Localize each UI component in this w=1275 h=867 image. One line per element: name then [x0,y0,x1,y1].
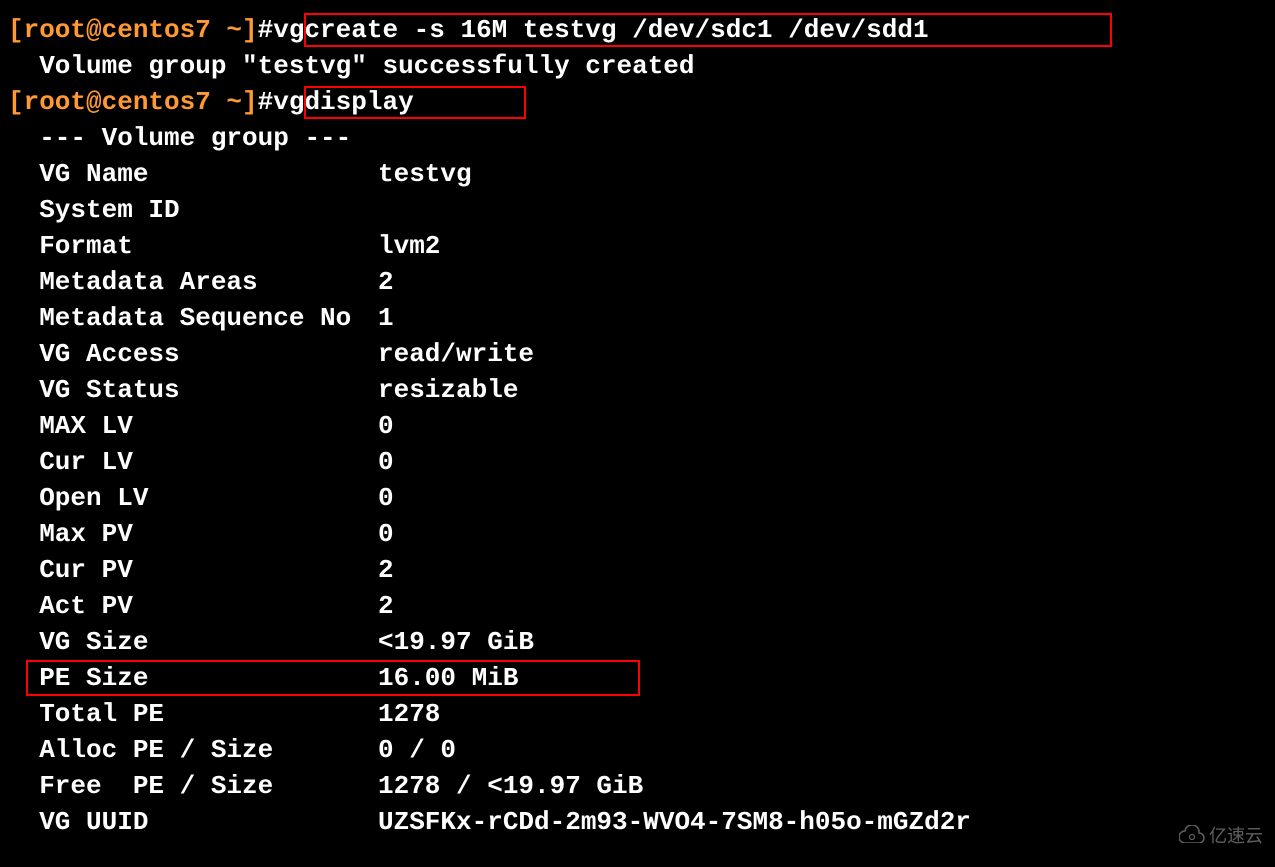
vg-field-row: Alloc PE / Size0 / 0 [0,732,1275,768]
vg-field-label: Cur PV [8,552,378,588]
prompt-user: [root@centos7 ~] [8,87,258,117]
vg-field-row: PE Size16.00 MiB [0,660,1275,696]
vg-field-label: Total PE [8,696,378,732]
vg-field-value: 16.00 MiB [378,663,518,693]
vg-field-row: Total PE1278 [0,696,1275,732]
terminal-line-prompt-2: [root@centos7 ~]#vgdisplay [0,84,1275,120]
prompt-hash: # [258,15,274,45]
vg-field-row: MAX LV0 [0,408,1275,444]
vg-field-label: VG Status [8,372,378,408]
vg-field-value: 2 [378,555,394,585]
vg-field-label: Format [8,228,378,264]
vg-field-row: VG Nametestvg [0,156,1275,192]
vg-field-label: Free PE / Size [8,768,378,804]
command-vgdisplay: vgdisplay [273,87,413,117]
vg-field-value: 2 [378,591,394,621]
vg-field-label: VG Size [8,624,378,660]
vg-field-label: PE Size [8,660,378,696]
vg-field-value: 0 [378,519,394,549]
vg-field-label: Open LV [8,480,378,516]
output-vgcreate: Volume group "testvg" successfully creat… [0,48,1275,84]
watermark: 亿速云 [1179,818,1263,855]
vg-field-value: 0 [378,411,394,441]
vg-field-row: VG UUIDUZSFKx-rCDd-2m93-WVO4-7SM8-h05o-m… [0,804,1275,840]
vg-field-value: 2 [378,267,394,297]
vg-field-row: Cur LV0 [0,444,1275,480]
vg-field-value: read/write [378,339,534,369]
vg-field-label: Act PV [8,588,378,624]
vg-field-row: Open LV0 [0,480,1275,516]
prompt-user: [root@centos7 ~] [8,15,258,45]
vg-field-value: UZSFKx-rCDd-2m93-WVO4-7SM8-h05o-mGZd2r [378,807,971,837]
vg-field-label: VG UUID [8,804,378,840]
vg-field-label: Metadata Sequence No [8,300,378,336]
vg-field-value: testvg [378,159,472,189]
vg-field-value: resizable [378,375,518,405]
vg-field-row: Free PE / Size1278 / <19.97 GiB [0,768,1275,804]
vg-field-label: Max PV [8,516,378,552]
vg-field-value: 1 [378,303,394,333]
vg-field-row: Formatlvm2 [0,228,1275,264]
vg-field-value: 1278 [378,699,440,729]
watermark-text: 亿速云 [1209,826,1263,846]
vg-field-value: 0 [378,447,394,477]
vg-field-value: lvm2 [378,231,440,261]
vg-field-label: MAX LV [8,408,378,444]
vg-field-label: VG Name [8,156,378,192]
vg-field-row: Max PV0 [0,516,1275,552]
vg-field-row: Metadata Sequence No1 [0,300,1275,336]
prompt-hash: # [258,87,274,117]
vg-field-label: System ID [8,192,378,228]
vg-field-value: <19.97 GiB [378,627,534,657]
vg-field-row: Metadata Areas2 [0,264,1275,300]
vg-fields: VG Nametestvg System ID Formatlvm2 Metad… [0,156,1275,840]
vg-field-row: Act PV2 [0,588,1275,624]
vg-field-label: Alloc PE / Size [8,732,378,768]
vg-field-row: System ID [0,192,1275,228]
vg-field-value: 0 / 0 [378,735,456,765]
vg-header: --- Volume group --- [0,120,1275,156]
vg-field-row: VG Accessread/write [0,336,1275,372]
vg-field-row: VG Size<19.97 GiB [0,624,1275,660]
vg-field-label: Metadata Areas [8,264,378,300]
command-vgcreate: vgcreate -s 16M testvg /dev/sdc1 /dev/sd… [273,15,928,45]
vg-field-label: Cur LV [8,444,378,480]
cloud-icon [1179,819,1205,855]
vg-field-label: VG Access [8,336,378,372]
vg-field-row: VG Statusresizable [0,372,1275,408]
vg-field-value: 0 [378,483,394,513]
terminal-line-prompt-1: [root@centos7 ~]#vgcreate -s 16M testvg … [0,12,1275,48]
vg-field-value: 1278 / <19.97 GiB [378,771,643,801]
vg-field-row: Cur PV2 [0,552,1275,588]
